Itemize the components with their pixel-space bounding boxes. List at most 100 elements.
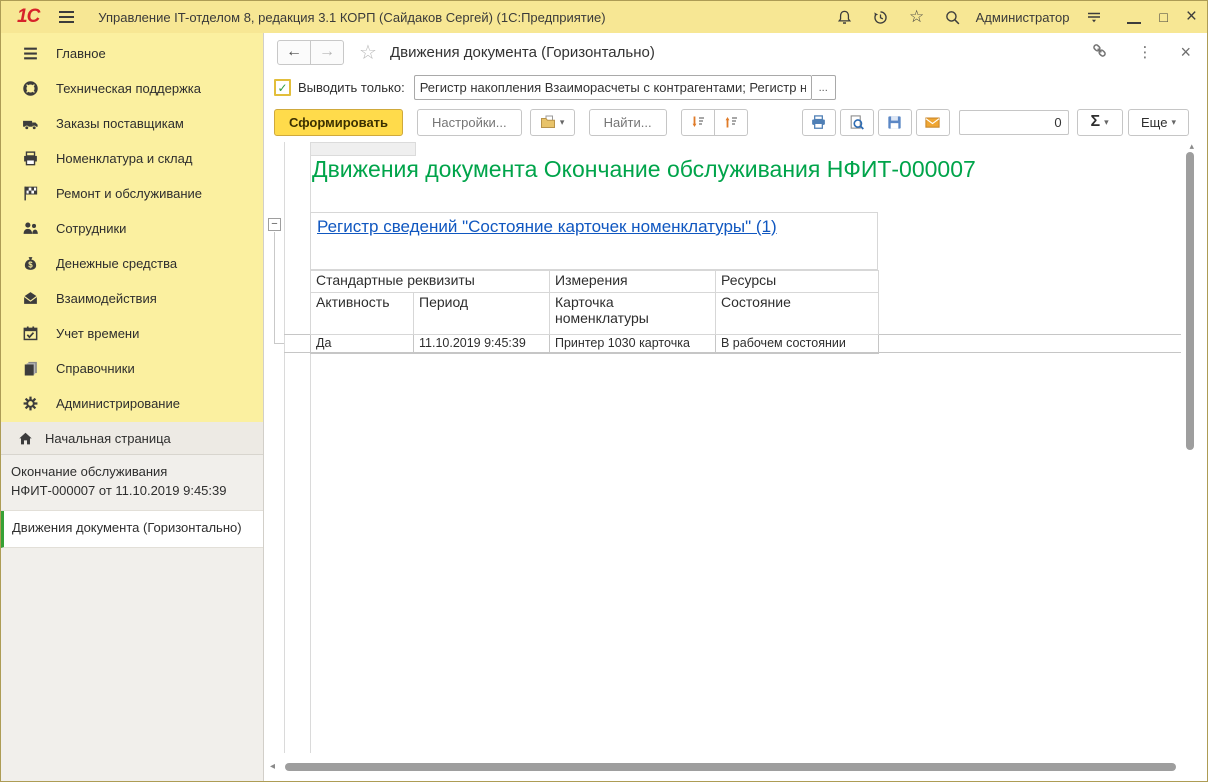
titlebar-controls: ☆ Администратор □ × — [820, 6, 1197, 28]
group-line — [274, 232, 275, 343]
sidebar-item-nomenklatura-sklad[interactable]: Номенклатура и склад — [1, 141, 263, 176]
generate-button[interactable]: Сформировать — [274, 109, 403, 136]
current-user[interactable]: Администратор — [976, 10, 1070, 25]
notifications-bell-icon[interactable] — [834, 6, 856, 28]
back-button[interactable]: ← — [277, 40, 311, 65]
copy-icon — [540, 114, 556, 130]
movements-table: Стандартные реквизиты Измерения Ресурсы … — [310, 270, 879, 354]
get-link-icon[interactable] — [1090, 41, 1109, 63]
main-menu-icon[interactable] — [59, 11, 74, 23]
people-icon — [22, 220, 39, 237]
cell-card: Принтер 1030 карточка — [550, 335, 716, 354]
search-icon[interactable] — [942, 6, 964, 28]
main-panel: ← → ☆ Движения документа (Горизонтально)… — [263, 33, 1207, 781]
sidebar-item-vzaimodeystviya[interactable]: Взаимодействия — [1, 281, 263, 316]
save-icon — [886, 114, 903, 131]
printer-icon — [22, 150, 39, 167]
sidebar-item-remont-obsluzhivanie[interactable]: Ремонт и обслуживание — [1, 176, 263, 211]
cell-state: В рабочем состоянии — [716, 335, 879, 354]
vertical-scrollbar[interactable] — [1186, 152, 1194, 450]
sidebar: Главное Техническая поддержка Заказы пос… — [1, 33, 263, 422]
report-toolbar: Сформировать Настройки... ▾ Найти... — [264, 104, 1207, 140]
expand-groups-icon — [690, 114, 706, 130]
close-window-button[interactable]: × — [1186, 10, 1197, 24]
money-bag-icon: $ — [22, 255, 39, 272]
1c-logo-icon: 1С — [17, 6, 39, 28]
preview-icon — [848, 114, 865, 131]
sidebar-item-administrirovanie[interactable]: Администрирование — [1, 386, 263, 421]
collapse-groups-button[interactable] — [714, 109, 748, 136]
gear-icon — [22, 395, 39, 412]
checkered-flag-icon — [22, 185, 39, 202]
register-link-cell: Регистр сведений "Состояние карточек ном… — [310, 212, 878, 270]
tab-dvizheniya-dokumenta[interactable]: Движения документа (Горизонтально) — [1, 511, 263, 548]
sidebar-item-sotrudniki[interactable]: Сотрудники — [1, 211, 263, 246]
register-link[interactable]: Регистр сведений "Состояние карточек ном… — [317, 217, 777, 236]
sidebar-item-uchet-vremeni[interactable]: Учет времени — [1, 316, 263, 351]
column-header: Период — [414, 293, 550, 335]
home-page-label: Начальная страница — [45, 431, 171, 446]
copy-dropdown-button[interactable]: ▾ — [530, 109, 575, 136]
collapse-group-toggle[interactable]: − — [268, 218, 281, 231]
sidebar-item-glavnoe[interactable]: Главное — [1, 36, 263, 71]
service-menu-icon[interactable] — [1083, 6, 1105, 28]
filter-row: ✓ Выводить только: ... — [264, 71, 1207, 104]
collapse-groups-icon — [723, 114, 739, 130]
minimize-button[interactable] — [1127, 10, 1141, 24]
send-mail-button[interactable] — [916, 109, 950, 136]
gutter-line — [284, 142, 285, 753]
sidebar-item-denezhnye-sredstva[interactable]: $ Денежные средства — [1, 246, 263, 281]
titlebar: 1С Управление IT-отделом 8, редакция 3.1… — [1, 1, 1207, 33]
app-window: 1С Управление IT-отделом 8, редакция 3.1… — [0, 0, 1208, 782]
history-nav-group: ← → — [277, 40, 344, 65]
favorites-star-icon[interactable]: ☆ — [906, 6, 928, 28]
column-header: Активность — [311, 293, 414, 335]
filter-more-button[interactable]: ... — [812, 75, 836, 100]
sidebar-item-spravochniki[interactable]: Справочники — [1, 351, 263, 386]
lifebuoy-icon — [22, 80, 39, 97]
filter-checkbox[interactable]: ✓ — [274, 79, 291, 96]
sidebar-item-zakazy-postavshchikam[interactable]: Заказы поставщикам — [1, 106, 263, 141]
group-header-cell: Стандартные реквизиты — [311, 271, 550, 293]
settings-button[interactable]: Настройки... — [417, 109, 522, 136]
panel-title: Движения документа (Горизонтально) — [390, 44, 655, 61]
column-header: Состояние — [716, 293, 879, 335]
mail-icon — [924, 114, 941, 131]
open-windows-panel: Начальная страница Окончание обслуживани… — [1, 422, 263, 781]
close-panel-button[interactable]: × — [1180, 42, 1191, 63]
favorite-star-icon[interactable]: ☆ — [359, 40, 377, 65]
cell-activity: Да — [311, 335, 414, 354]
maximize-button[interactable]: □ — [1159, 9, 1167, 25]
forward-button[interactable]: → — [310, 40, 344, 65]
group-header-cell: Измерения — [550, 271, 716, 293]
svg-text:$: $ — [28, 260, 33, 269]
cell-period: 11.10.2019 9:45:39 — [414, 335, 550, 354]
more-actions-button[interactable]: Еще ▾ — [1128, 109, 1189, 136]
table-row: Да 11.10.2019 9:45:39 Принтер 1030 карто… — [311, 335, 879, 354]
report-area: Движения документа Окончание обслуживани… — [264, 140, 1207, 781]
books-icon — [22, 360, 39, 377]
home-page-tab[interactable]: Начальная страница — [1, 422, 263, 455]
scroll-up-arrow-icon[interactable]: ▴ — [1189, 141, 1194, 152]
save-button[interactable] — [878, 109, 912, 136]
window-title: Управление IT-отделом 8, редакция 3.1 КО… — [98, 10, 605, 25]
tab-okonchanie-obsluzhivaniya[interactable]: Окончание обслуживания НФИТ-000007 от 11… — [1, 455, 263, 511]
find-button[interactable]: Найти... — [589, 109, 667, 136]
panel-header: ← → ☆ Движения документа (Горизонтально)… — [264, 33, 1207, 71]
calendar-check-icon — [22, 325, 39, 342]
more-menu-icon[interactable]: ⋮ — [1137, 43, 1152, 61]
filter-value-input[interactable] — [414, 75, 812, 100]
sum-dropdown-button[interactable]: Σ ▾ — [1077, 109, 1123, 136]
report-title: Движения документа Окончание обслуживани… — [312, 156, 976, 183]
expand-groups-button[interactable] — [681, 109, 715, 136]
menu-icon — [22, 45, 39, 62]
horizontal-scrollbar[interactable] — [285, 763, 1176, 771]
sidebar-item-tech-podderzhka[interactable]: Техническая поддержка — [1, 71, 263, 106]
scroll-left-arrow-icon[interactable]: ◂ — [270, 761, 275, 772]
history-icon[interactable] — [870, 6, 892, 28]
panel-header-icons: ⋮ × — [1062, 41, 1191, 63]
home-icon — [18, 431, 33, 446]
print-button[interactable] — [802, 109, 836, 136]
counter-input[interactable] — [959, 110, 1069, 135]
preview-button[interactable] — [840, 109, 874, 136]
